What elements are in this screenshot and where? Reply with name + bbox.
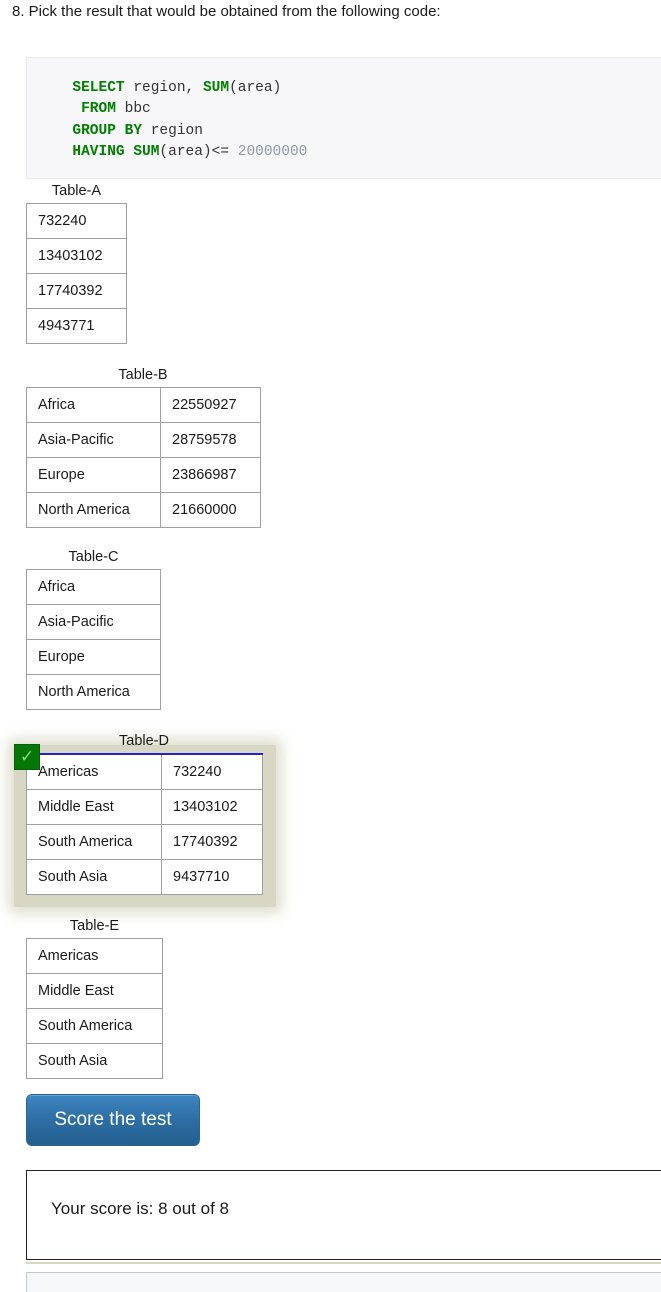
table-cell-area: 17740392 bbox=[161, 824, 263, 860]
table-row[interactable]: 732240 bbox=[26, 203, 127, 239]
sql-token-num: 20000000 bbox=[237, 144, 308, 160]
option-label-table-a: Table-A bbox=[51, 183, 102, 199]
option-label-table-b: Table-B bbox=[118, 367, 168, 383]
table-cell-value: Middle East bbox=[26, 973, 163, 1009]
table-cell-area: 21660000 bbox=[160, 492, 261, 528]
table-row[interactable]: South America bbox=[26, 1008, 163, 1044]
table-cell-value: 4943771 bbox=[26, 308, 127, 344]
option-table-d[interactable]: Americas 732240 Middle East 13403102 South A… bbox=[26, 753, 263, 895]
sql-token-plain: (area)<= bbox=[159, 144, 238, 160]
table-row[interactable]: Americas bbox=[26, 938, 163, 974]
option-table-a[interactable]: 732240 13403102 17740392 4943771 bbox=[26, 203, 127, 344]
table-cell-area: 22550927 bbox=[160, 387, 261, 423]
table-row[interactable]: South America 17740392 bbox=[26, 824, 263, 860]
table-cell-value: 17740392 bbox=[26, 273, 127, 309]
table-row[interactable]: Africa bbox=[26, 569, 161, 605]
option-label-table-d: Table-D bbox=[119, 733, 169, 749]
table-cell-value: South Asia bbox=[26, 1043, 163, 1079]
sql-token-kw: SELECT bbox=[72, 79, 125, 96]
table-row[interactable]: 13403102 bbox=[26, 238, 127, 274]
sql-token-kw: SUM bbox=[202, 79, 230, 96]
option-table-b[interactable]: Africa 22550927 Asia-Pacific 28759578 Europe… bbox=[26, 387, 261, 528]
table-cell-region: Middle East bbox=[26, 789, 162, 825]
table-cell-value: Europe bbox=[26, 639, 161, 675]
option-table-c[interactable]: Africa Asia-Pacific Europe North America bbox=[26, 569, 161, 710]
table-cell-region: Africa bbox=[26, 387, 161, 423]
table-cell-value: Americas bbox=[26, 938, 163, 974]
table-cell-value: 13403102 bbox=[26, 238, 127, 274]
score-the-test-button[interactable]: Score the test bbox=[26, 1094, 200, 1146]
table-cell-area: 732240 bbox=[161, 753, 263, 790]
sql-token-plain: bbc bbox=[115, 101, 151, 117]
option-label-table-e: Table-E bbox=[69, 918, 120, 934]
score-result-text: Your score is: 8 out of 8 bbox=[51, 1199, 229, 1218]
option-label-table-c: Table-C bbox=[68, 549, 119, 565]
table-row[interactable]: 4943771 bbox=[26, 308, 127, 344]
table-row[interactable]: Europe bbox=[26, 639, 161, 675]
table-cell-region: North America bbox=[26, 492, 161, 528]
sql-token-plain: region bbox=[142, 122, 203, 139]
question-text: 8. Pick the result that would be obtaine… bbox=[12, 3, 441, 20]
table-row[interactable]: Africa 22550927 bbox=[26, 387, 261, 423]
table-cell-value: North America bbox=[26, 674, 161, 710]
table-row[interactable]: Middle East bbox=[26, 973, 163, 1009]
table-cell-area: 28759578 bbox=[160, 422, 261, 458]
table-cell-region: South Asia bbox=[26, 859, 162, 895]
table-cell-value: 732240 bbox=[26, 203, 127, 239]
sql-token-kw: FROM bbox=[81, 101, 116, 117]
sql-token-plain: (area) bbox=[229, 79, 282, 96]
table-row[interactable]: South Asia 9437710 bbox=[26, 859, 263, 895]
table-cell-region: South America bbox=[26, 824, 162, 860]
sql-token-kw: GROUP BY bbox=[72, 122, 143, 139]
answer-option-table-c[interactable]: Table-C Africa Asia-Pacific Europe North Am… bbox=[26, 548, 161, 710]
table-row[interactable]: North America 21660000 bbox=[26, 492, 261, 528]
next-section-panel bbox=[26, 1272, 661, 1292]
sql-token-kw: HAVING SUM bbox=[72, 144, 160, 160]
table-cell-value: Africa bbox=[26, 569, 161, 605]
table-row[interactable]: Asia-Pacific 28759578 bbox=[26, 422, 261, 458]
section-divider bbox=[26, 1262, 661, 1264]
sql-token-plain: region, bbox=[124, 79, 203, 96]
sql-code-content: SELECT region, SUM(area) FROM bbc GROUP … bbox=[55, 80, 307, 161]
table-cell-area: 23866987 bbox=[160, 457, 261, 493]
answer-option-table-e[interactable]: Table-E Americas Middle East South America… bbox=[26, 917, 163, 1079]
table-row[interactable]: Asia-Pacific bbox=[26, 604, 161, 640]
table-row[interactable]: Americas 732240 bbox=[26, 753, 263, 790]
table-row[interactable]: North America bbox=[26, 674, 161, 710]
table-cell-region: Europe bbox=[26, 457, 161, 493]
answer-option-table-b[interactable]: Table-B Africa 22550927 Asia-Pacific 287595… bbox=[26, 366, 261, 528]
answer-option-table-d[interactable]: Table-D Americas 732240 Middle East 1340310… bbox=[26, 732, 263, 895]
table-row[interactable]: South Asia bbox=[26, 1043, 163, 1079]
table-cell-area: 13403102 bbox=[161, 789, 263, 825]
sql-code-block: SELECT region, SUM(area) FROM bbc GROUP … bbox=[26, 56, 661, 179]
table-cell-value: South America bbox=[26, 1008, 163, 1044]
table-cell-value: Asia-Pacific bbox=[26, 604, 161, 640]
correct-check-icon: ✓ bbox=[14, 744, 40, 770]
table-cell-region: Americas bbox=[26, 753, 162, 790]
score-result-box: Your score is: 8 out of 8 bbox=[26, 1170, 661, 1260]
table-row[interactable]: Middle East 13403102 bbox=[26, 789, 263, 825]
table-cell-region: Asia-Pacific bbox=[26, 422, 161, 458]
table-row[interactable]: Europe 23866987 bbox=[26, 457, 261, 493]
table-cell-area: 9437710 bbox=[161, 859, 263, 895]
table-row[interactable]: 17740392 bbox=[26, 273, 127, 309]
option-table-e[interactable]: Americas Middle East South America South As… bbox=[26, 938, 163, 1079]
answer-option-table-a[interactable]: Table-A 732240 13403102 17740392 4943771 bbox=[26, 182, 127, 344]
